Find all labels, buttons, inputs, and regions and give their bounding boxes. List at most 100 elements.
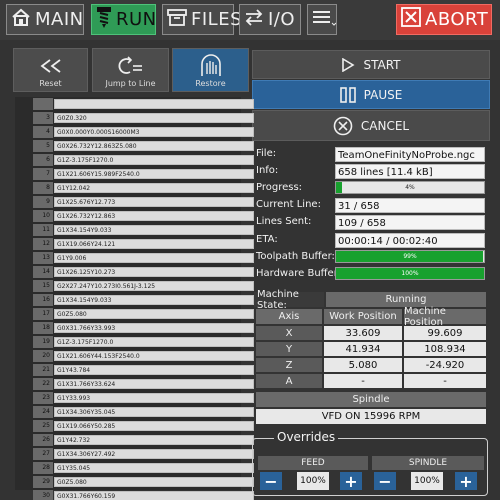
spindle-status: VFD ON 15996 RPM (256, 409, 486, 424)
start-label: START (363, 57, 401, 72)
gcode-line-text: G0Z5.080 (54, 477, 254, 487)
gcode-line-row[interactable]: 20 G1X21.606Y44.153F2540.0 (17, 350, 254, 362)
io-tab-button[interactable]: I/O (239, 4, 301, 35)
pause-button[interactable]: PAUSE (252, 80, 490, 109)
main-tab-label: MAIN (35, 9, 84, 30)
gcode-line-text: G0X26.732Y12.863Z5.080 (54, 141, 254, 151)
top-navigation-bar: MAIN RUN FILES I/O ABORT (0, 0, 500, 40)
gcode-line-row[interactable]: 25 G1X19.066Y50.285 (17, 420, 254, 432)
info-label: Info: (256, 165, 279, 176)
feed-decrease-button[interactable]: − (260, 472, 282, 491)
files-tab-label: FILES (191, 9, 242, 30)
gcode-line-number: 17 (33, 308, 53, 320)
gcode-line-row[interactable]: 7 G1X21.606Y15.989F2540.0 (17, 168, 254, 180)
gcode-line-text: G1X34.154Y9.033 (54, 295, 254, 305)
gcode-line-text: G1X19.066Y24.121 (54, 239, 254, 249)
restore-button[interactable]: Restore (172, 48, 249, 92)
gcode-line-row[interactable]: 22 G1X31.766Y33.624 (17, 378, 254, 390)
gcode-line-row[interactable]: 29 G0Z5.080 (17, 476, 254, 488)
gcode-line-row[interactable]: 6 G1Z-3.175F1270.0 (17, 154, 254, 166)
gcode-line-row[interactable]: 10 G1X26.732Y12.863 (17, 210, 254, 222)
gcode-line-row[interactable]: 28 G1Y35.045 (17, 462, 254, 474)
gcode-line-row[interactable]: 8 G1Y12.042 (17, 182, 254, 194)
gcode-line-row[interactable]: 17 G0Z5.080 (17, 308, 254, 320)
swap-arrows-icon (244, 8, 264, 31)
toolpath-buffer-text: 99% (403, 253, 417, 260)
gcode-line-text: G1X21.606Y15.989F2540.0 (54, 169, 254, 179)
gcode-line-row[interactable]: 15 G2X27.247Y10.273I0.561J-3.125 (17, 280, 254, 292)
axis-y-machine: 108.934 (404, 342, 486, 356)
machine-state-label: Machine State: (254, 289, 324, 311)
gcode-line-number: 9 (33, 196, 53, 208)
work-position-header: Work Position (324, 309, 402, 324)
gcode-line-text: G1Z-3.175F1270.0 (54, 337, 254, 347)
gcode-line-row[interactable]: 27 G1X34.306Y27.492 (17, 448, 254, 460)
gcode-line-row[interactable]: 9 G1X25.676Y12.773 (17, 196, 254, 208)
home-icon (11, 8, 31, 31)
gcode-line-number: 12 (33, 238, 53, 250)
gcode-line-row[interactable]: 26 G1Y42.732 (17, 434, 254, 446)
gcode-line-row[interactable]: 23 G1Y33.993 (17, 392, 254, 404)
gcode-line-row[interactable] (17, 98, 254, 110)
gcode-line-text: G1Y12.042 (54, 183, 254, 193)
axis-z-label: Z (256, 358, 322, 372)
gcode-line-row[interactable]: 5 G0X26.732Y12.863Z5.080 (17, 140, 254, 152)
gcode-line-number: 13 (33, 252, 53, 264)
spindle-override-value[interactable]: 100% (411, 472, 443, 490)
start-button[interactable]: START (252, 50, 490, 79)
toolpath-buffer-label: Toolpath Buffer: (256, 251, 335, 262)
gcode-line-row[interactable]: 21 G1Y43.784 (17, 364, 254, 376)
spindle-increase-button[interactable]: + (455, 472, 477, 491)
axis-y-work: 41.934 (324, 342, 402, 356)
jump-to-line-button[interactable]: Jump to Line (92, 48, 169, 92)
lines-sent-value: 109 / 658 (335, 215, 485, 230)
gcode-line-text: G1Y42.732 (54, 435, 254, 445)
gcode-line-row[interactable]: 4 G0X0.000Y0.000S16000M3 (17, 126, 254, 138)
menu-button[interactable] (307, 4, 337, 35)
gcode-line-row[interactable]: 12 G1X19.066Y24.121 (17, 238, 254, 250)
gcode-line-number: 5 (33, 140, 53, 152)
run-tab-button[interactable]: RUN (91, 4, 156, 35)
gcode-line-row[interactable]: 16 G1X34.154Y9.033 (17, 294, 254, 306)
abort-button[interactable]: ABORT (396, 4, 492, 35)
gcode-line-row[interactable]: 14 G1X26.125Y10.273 (17, 266, 254, 278)
gcode-line-row[interactable]: 13 G1Y9.006 (17, 252, 254, 264)
axis-x-machine: 99.609 (404, 326, 486, 340)
io-tab-label: I/O (268, 9, 296, 30)
main-tab-button[interactable]: MAIN (6, 4, 84, 35)
gcode-line-text: G1X21.606Y44.153F2540.0 (54, 351, 254, 361)
rewind-icon (39, 53, 63, 79)
gcode-line-row[interactable]: 11 G1X34.154Y9.033 (17, 224, 254, 236)
gcode-line-row[interactable]: 3 G0Z0.320 (17, 112, 254, 124)
gcode-list[interactable]: 3 G0Z0.320 4 G0X0.000Y0.000S16000M3 5 G0X26.7… (15, 97, 254, 500)
gcode-line-text: G1Y9.006 (54, 253, 254, 263)
axis-a-work: - (324, 374, 402, 388)
spindle-decrease-button[interactable]: − (374, 472, 396, 491)
eta-label: ETA: (256, 234, 278, 245)
gcode-line-row[interactable]: 24 G1X34.306Y35.045 (17, 406, 254, 418)
overrides-title: Overrides (274, 430, 339, 444)
gcode-line-row[interactable]: 30 G0X31.766Y60.159 (17, 490, 254, 500)
gcode-line-text: G1X25.676Y12.773 (54, 197, 254, 207)
archive-box-icon (167, 8, 187, 31)
gcode-line-text: G1X34.306Y35.045 (54, 407, 254, 417)
axis-a-machine: - (404, 374, 486, 388)
gcode-line-row[interactable]: 18 G0X31.766Y33.993 (17, 322, 254, 334)
gcode-line-row[interactable]: 19 G1Z-3.175F1270.0 (17, 336, 254, 348)
feed-override-value[interactable]: 100% (297, 472, 329, 490)
progress-bar: 4% (335, 181, 485, 194)
feed-increase-button[interactable]: + (340, 472, 362, 491)
eta-value: 00:00:14 / 00:02:40 (335, 233, 485, 248)
files-tab-button[interactable]: FILES (162, 4, 242, 35)
gcode-line-text: G1X26.732Y12.863 (54, 211, 254, 221)
cancel-button[interactable]: CANCEL (252, 110, 490, 141)
gcode-line-text: G1X26.125Y10.273 (54, 267, 254, 277)
play-icon (341, 57, 356, 72)
gcode-line-number: 3 (33, 112, 53, 124)
lines-sent-label: Lines Sent: (256, 216, 312, 227)
axis-x-label: X (256, 326, 322, 340)
gcode-line-number: 10 (33, 210, 53, 222)
gcode-line-number: 16 (33, 294, 53, 306)
reset-button[interactable]: Reset (13, 48, 88, 92)
gcode-line-number: 11 (33, 224, 53, 236)
